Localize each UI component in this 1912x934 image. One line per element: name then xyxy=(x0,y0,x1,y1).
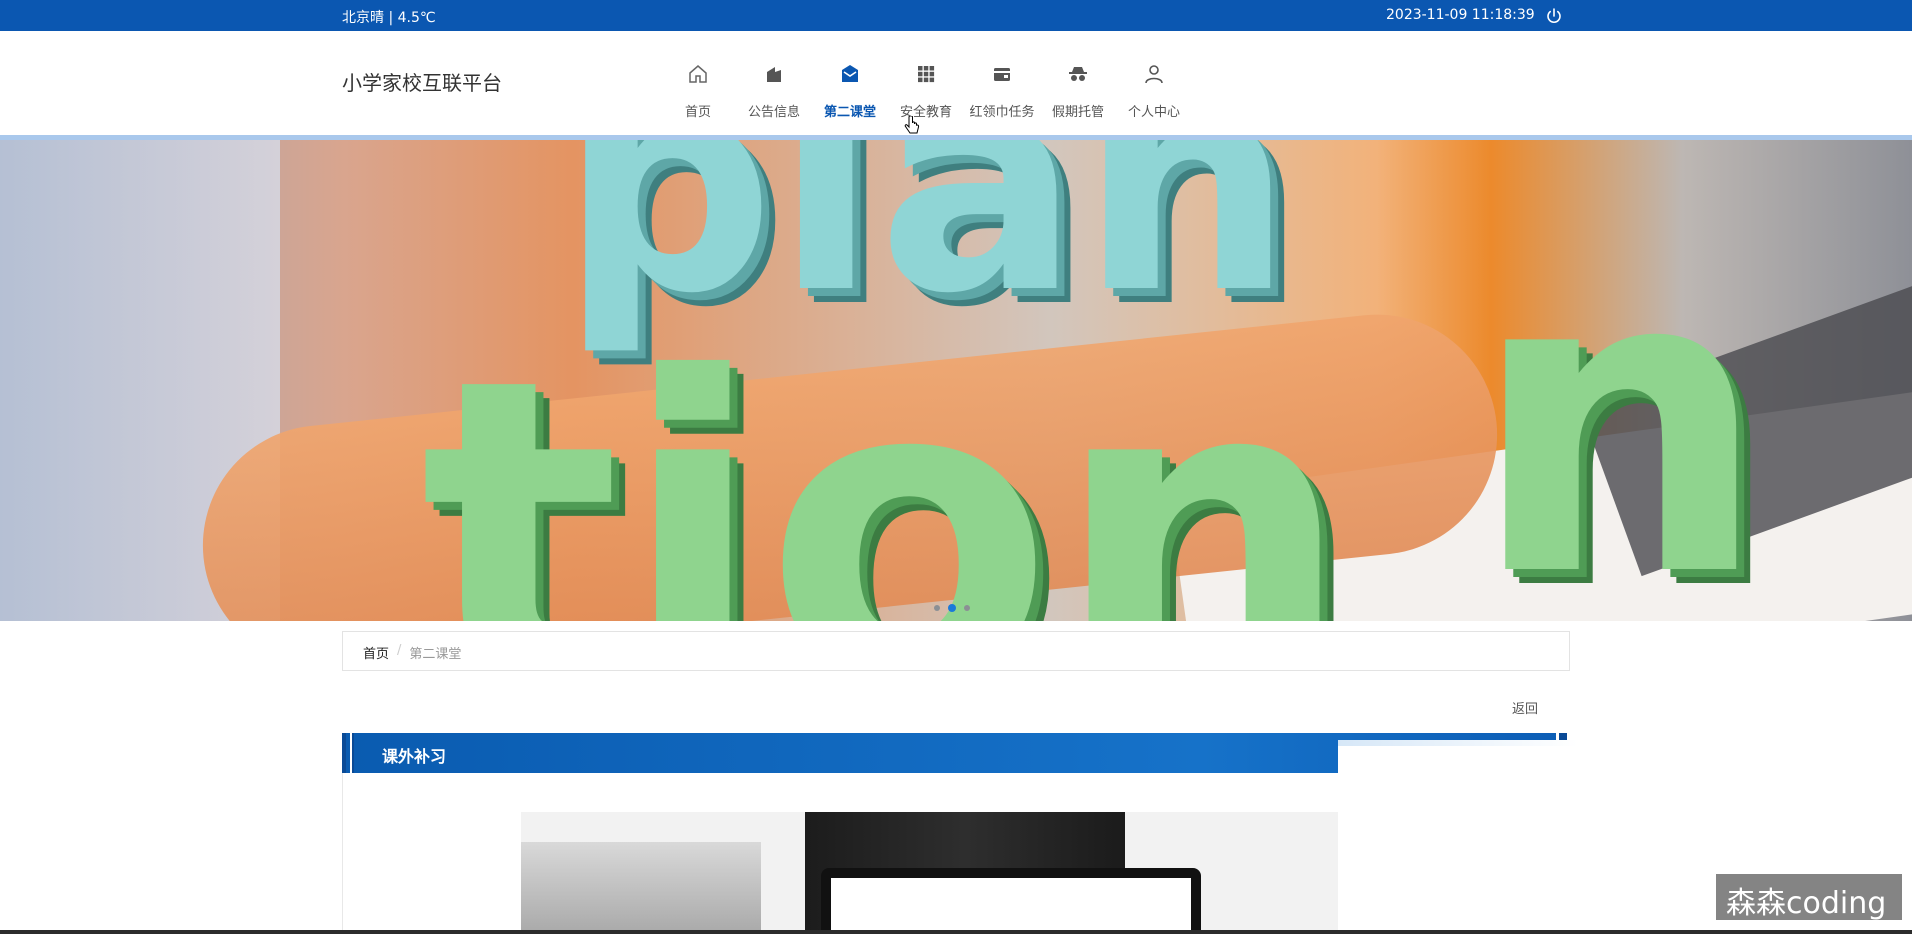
nav-item-label: 红领巾任务 xyxy=(969,105,1035,120)
banner-word: tion xyxy=(420,290,1353,621)
home-icon xyxy=(689,65,707,83)
user-icon xyxy=(1145,65,1163,84)
nav-item-label: 第二课堂 xyxy=(823,105,876,120)
header: 小学家校互联平台 首页 公告信息 第二课堂 安全教育 红领巾任务 假期托管 个人… xyxy=(0,31,1912,135)
breadcrumb-separator: / xyxy=(397,643,402,658)
nav-item-safety[interactable]: 安全教育 xyxy=(888,55,964,135)
nav-item-holiday[interactable]: 假期托管 xyxy=(1040,55,1116,135)
article-image xyxy=(521,812,1341,934)
carousel-dot[interactable] xyxy=(934,605,940,611)
carousel-dot-active[interactable] xyxy=(948,604,956,612)
incognito-icon xyxy=(1069,67,1087,81)
section-title: 课外补习 xyxy=(382,747,447,766)
wallet-icon xyxy=(994,68,1010,81)
breadcrumb: 首页 / 第二课堂 xyxy=(342,631,1570,671)
carousel-dot[interactable] xyxy=(964,605,970,611)
datetime-text: 2023-11-09 11:18:39 xyxy=(1386,7,1535,23)
nav-item-label: 公告信息 xyxy=(747,105,800,120)
nav-item-label: 安全教育 xyxy=(899,105,952,120)
carousel-indicators xyxy=(934,604,970,612)
power-icon[interactable] xyxy=(1545,7,1563,25)
breadcrumb-current: 第二课堂 xyxy=(409,647,462,662)
nav-item-second-classroom[interactable]: 第二课堂 xyxy=(812,55,888,135)
site-brand[interactable]: 小学家校互联平台 xyxy=(342,67,502,96)
envelope-icon xyxy=(842,65,858,82)
nav-item-notice[interactable]: 公告信息 xyxy=(736,55,812,135)
main-nav: 首页 公告信息 第二课堂 安全教育 红领巾任务 假期托管 个人中心 xyxy=(660,55,1192,135)
notice-icon xyxy=(767,67,781,82)
nav-item-red-scarf[interactable]: 红领巾任务 xyxy=(964,55,1040,135)
watermark: 森森coding xyxy=(1716,874,1902,921)
nav-item-profile[interactable]: 个人中心 xyxy=(1116,55,1192,135)
top-bar: 北京晴 | 4.5℃ 2023-11-09 11:18:39 xyxy=(0,0,1912,31)
nav-item-label: 个人中心 xyxy=(1127,105,1180,120)
hero-banner: plan tion n xyxy=(0,140,1912,621)
mouse-cursor-icon xyxy=(904,116,920,134)
weather-text: 北京晴 | 4.5℃ xyxy=(342,10,436,26)
banner-word: n xyxy=(1470,180,1770,621)
bottom-edge xyxy=(0,930,1912,934)
nav-item-label: 假期托管 xyxy=(1051,105,1104,120)
back-link[interactable]: 返回 xyxy=(1512,698,1538,717)
grid-icon xyxy=(918,66,935,83)
nav-item-label: 首页 xyxy=(684,105,711,120)
breadcrumb-home[interactable]: 首页 xyxy=(363,643,389,670)
nav-item-home[interactable]: 首页 xyxy=(660,55,736,135)
